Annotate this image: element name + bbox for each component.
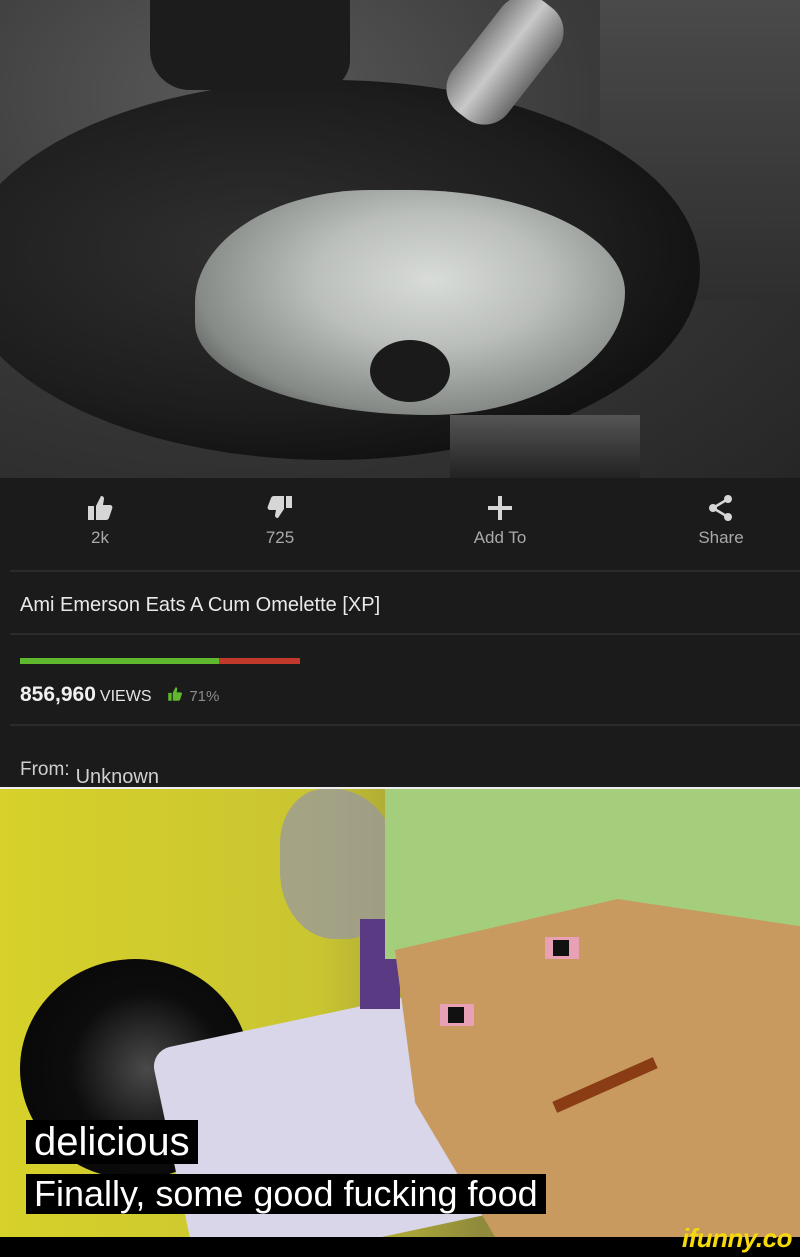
video-title: Ami Emerson Eats A Cum Omelette [XP] <box>20 594 381 616</box>
video-info-panel: 2k 725 Add To Share Ami Emerson Eats A C… <box>0 478 800 789</box>
thumbs-down-icon <box>267 496 292 518</box>
divider <box>10 724 800 726</box>
plus-icon <box>488 496 512 520</box>
thumbs-up-icon <box>168 687 183 701</box>
from-row: From: Unknown <box>20 758 159 788</box>
share-label: Share <box>698 528 744 547</box>
thumbs-up-icon <box>88 496 113 520</box>
stove-burner <box>450 415 640 478</box>
meme-image: delicious Finally, some good fucking foo… <box>0 789 800 1237</box>
spatula-hole <box>370 340 450 402</box>
gray-hair <box>280 789 400 939</box>
views-count: 856,960 <box>20 683 96 706</box>
video-frame-image <box>0 0 800 478</box>
rating-percent: 71% <box>189 688 220 705</box>
right-eye <box>545 937 579 959</box>
rating-bar <box>20 658 300 664</box>
rating-bar-fill <box>20 658 219 664</box>
add-to-label: Add To <box>473 528 527 547</box>
spatula <box>150 0 350 90</box>
from-value[interactable]: Unknown <box>76 766 159 788</box>
caption-line-1: delicious <box>26 1120 198 1164</box>
ifunny-watermark: ifunny.co <box>681 1223 793 1253</box>
divider <box>10 570 800 572</box>
dislike-count: 725 <box>265 528 295 547</box>
views-label: VIEWS <box>99 688 152 705</box>
left-eye <box>440 1004 474 1026</box>
caption-line-2: Finally, some good fucking food <box>26 1174 546 1214</box>
share-icon <box>709 495 732 521</box>
divider <box>10 633 800 635</box>
add-to-button[interactable]: Add To <box>430 492 570 548</box>
like-button[interactable]: 2k <box>30 492 170 548</box>
share-button[interactable]: Share <box>651 492 791 548</box>
like-count: 2k <box>91 528 109 547</box>
action-bar: 2k 725 Add To Share <box>0 478 800 570</box>
views-row: 856,960 VIEWS 71% <box>20 683 219 707</box>
dislike-button[interactable]: 725 <box>210 492 350 548</box>
from-label: From: <box>20 759 70 780</box>
footer-bar: ifunny.co <box>0 1223 800 1257</box>
